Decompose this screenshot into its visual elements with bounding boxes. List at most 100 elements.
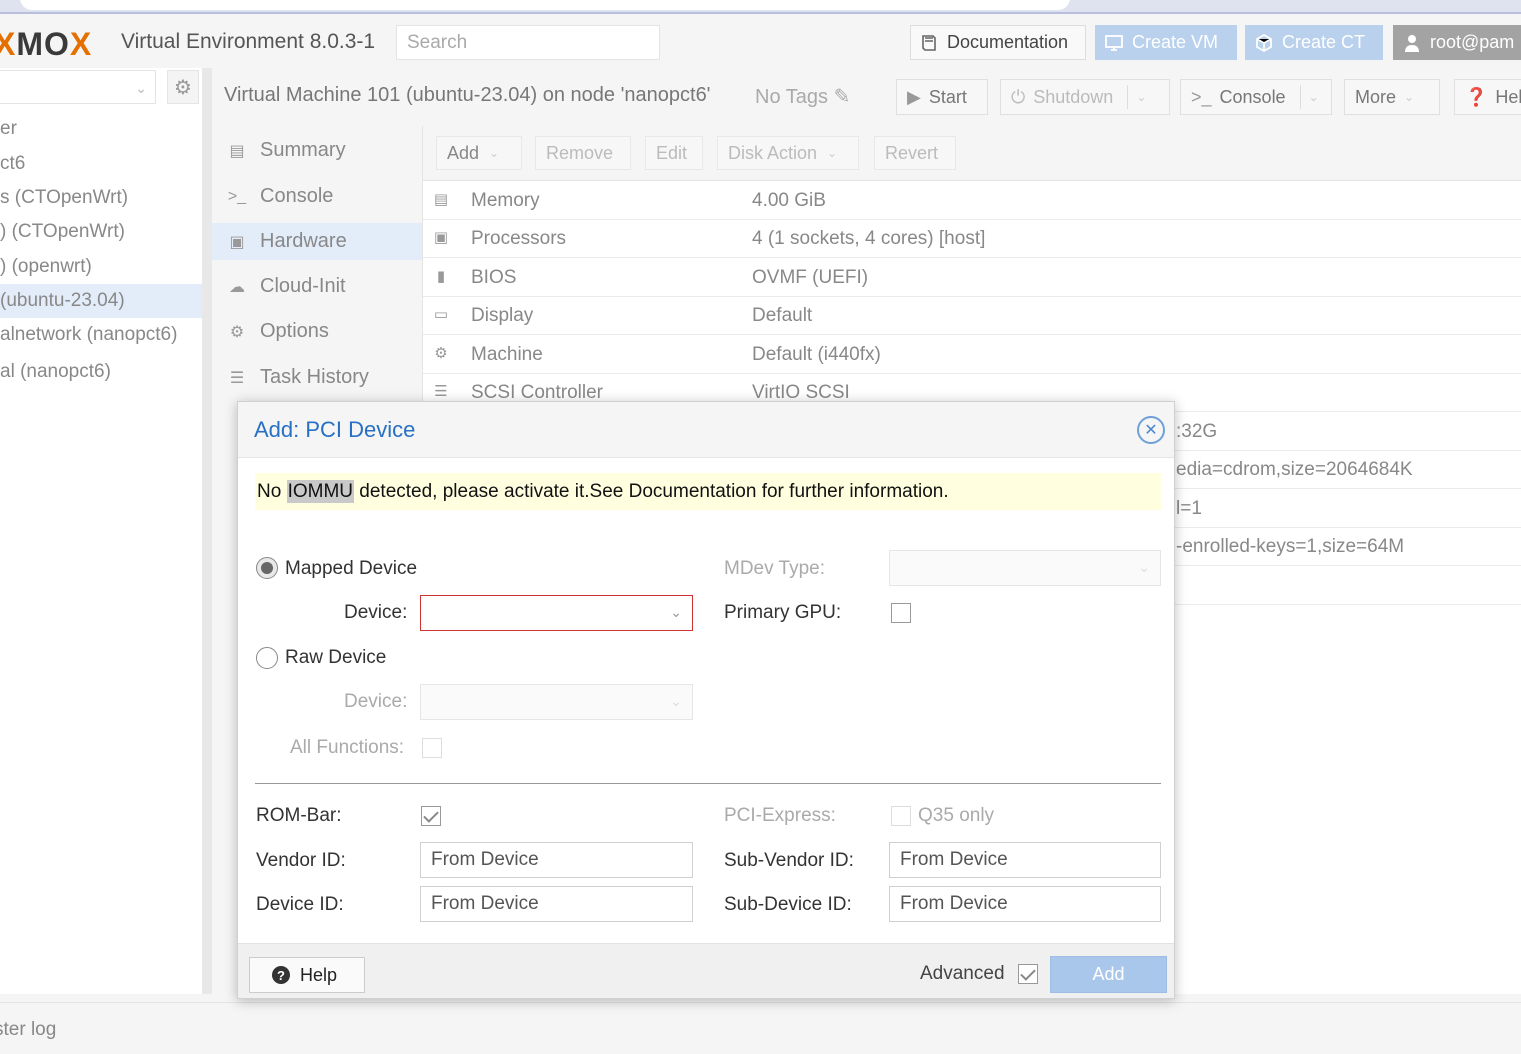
nav-item-cloud-init[interactable]: ☁ Cloud-Init (212, 268, 422, 305)
edit-button[interactable]: Edit (645, 136, 703, 170)
panel-splitter[interactable] (202, 68, 212, 994)
hardware-row[interactable]: ▭ Display Default (423, 296, 1521, 335)
primary-gpu-checkbox[interactable] (891, 603, 911, 623)
book-icon (922, 34, 936, 51)
disk-action-button[interactable]: Disk Action ⌄ (717, 136, 859, 170)
hardware-row[interactable]: ▮ BIOS OVMF (UEFI) (423, 258, 1521, 297)
nav-item-hardware[interactable]: ▣ Hardware (212, 223, 422, 260)
resource-tree-panel: ⌄ ⚙ er ct6 s (CTOpenWrt) ) (CTOpenWrt) )… (0, 68, 202, 994)
split-separator (1299, 85, 1301, 109)
advanced-divider (255, 783, 1161, 784)
raw-device-select[interactable]: ⌄ (420, 684, 693, 720)
start-label: Start (928, 86, 967, 107)
row-value: edia=cdrom,size=2064684K (1176, 459, 1413, 480)
warning-text: No (257, 481, 287, 502)
tree-item[interactable]: ) (openwrt) (0, 250, 202, 284)
tree-item[interactable]: er (0, 112, 202, 146)
tree-item[interactable]: al (nanopct6) (0, 355, 202, 389)
chevron-down-icon: ⌄ (1308, 90, 1319, 104)
hardware-row[interactable]: ⚙ Machine Default (i440fx) (423, 335, 1521, 374)
dialog-help-button[interactable]: ? Help (249, 957, 365, 993)
device-id-input[interactable]: From Device (420, 886, 693, 922)
chevron-down-icon: ⌄ (1138, 559, 1150, 575)
row-value: Default (752, 305, 813, 326)
mapped-device-select[interactable]: ⌄ (420, 595, 693, 631)
nav-item-summary[interactable]: ▤ Summary (212, 132, 422, 169)
gear-icon[interactable]: ⚙ (167, 70, 199, 104)
tree-item[interactable]: ) (CTOpenWrt) (0, 215, 202, 249)
row-value: -enrolled-keys=1,size=64M (1176, 536, 1405, 557)
dialog-footer: ? Help Advanced Add (238, 943, 1174, 998)
pci-express-checkbox[interactable] (891, 806, 911, 826)
sub-vendor-id-input[interactable]: From Device (889, 842, 1161, 878)
add-pci-device-dialog: Add: PCI Device ✕ No IOMMU detected, ple… (237, 401, 1175, 999)
address-bar[interactable] (20, 0, 1070, 10)
hardware-row[interactable]: ▤ Memory 4.00 GiB (423, 181, 1521, 220)
vendor-id-input[interactable]: From Device (420, 842, 693, 878)
vendor-id-label: Vendor ID: (256, 850, 346, 871)
hardware-row[interactable]: ▣ Processors 4 (1 sockets, 4 cores) [host] (423, 219, 1521, 258)
tree-item[interactable]: s (CTOpenWrt) (0, 181, 202, 215)
tree-item[interactable]: alnetwork (nanopct6) (0, 318, 202, 352)
tree-item[interactable]: ct6 (0, 147, 202, 181)
raw-device-radio[interactable] (256, 647, 278, 669)
start-button[interactable]: ▶ Start (896, 79, 988, 115)
bios-icon: ▮ (436, 268, 446, 285)
tree-item-label: er (0, 118, 17, 139)
add-hardware-button[interactable]: Add ⌄ (436, 136, 522, 170)
pencil-icon: ✎ (833, 86, 851, 108)
nav-item-console[interactable]: >_ Console (212, 178, 422, 215)
console-button[interactable]: >_ Console ⌄ (1180, 79, 1332, 115)
nav-label: Task History (260, 366, 369, 388)
create-vm-button[interactable]: Create VM (1095, 25, 1237, 60)
terminal-icon: >_ (1191, 86, 1212, 107)
row-key: Processors (471, 228, 567, 249)
nav-label: Options (260, 320, 329, 342)
book-icon: ▤ (229, 142, 245, 160)
row-value: l=1 (1176, 498, 1202, 519)
advanced-checkbox[interactable] (1018, 964, 1038, 984)
close-icon[interactable]: ✕ (1137, 416, 1165, 444)
rom-bar-checkbox[interactable] (421, 806, 441, 826)
cloud-icon: ☁ (229, 278, 245, 296)
database-icon: ☰ (434, 383, 448, 400)
nav-item-options[interactable]: ⚙ Options (212, 313, 422, 350)
row-key: Memory (471, 190, 540, 211)
all-functions-checkbox[interactable] (422, 738, 442, 758)
more-button[interactable]: More ⌄ (1344, 79, 1440, 115)
all-functions-label: All Functions: (290, 737, 405, 758)
tags-editor[interactable]: No Tags ✎ (755, 84, 850, 109)
create-ct-button[interactable]: Create CT (1245, 25, 1383, 60)
nav-item-task-history[interactable]: ☰ Task History (212, 359, 422, 396)
row-value: 4 (1 sockets, 4 cores) [host] (752, 228, 986, 249)
mdev-type-select[interactable]: ⌄ (889, 550, 1161, 586)
remove-button[interactable]: Remove (535, 136, 631, 170)
help-button[interactable]: ❓ Hel (1454, 79, 1521, 115)
mapped-device-label: Mapped Device (285, 558, 418, 579)
documentation-button[interactable]: Documentation (910, 25, 1086, 60)
cluster-log-bar[interactable]: ster log (0, 1002, 1521, 1054)
tree-item-label: ) (CTOpenWrt) (0, 221, 125, 242)
user-menu-button[interactable]: root@pam (1393, 25, 1521, 60)
pci-express-label: PCI-Express: (724, 805, 836, 826)
search-input[interactable]: Search (396, 25, 660, 60)
add-label: Add (1092, 964, 1125, 984)
sub-device-id-input[interactable]: From Device (889, 886, 1161, 922)
list-icon: ☰ (229, 369, 245, 387)
nav-label: Summary (260, 139, 346, 161)
power-icon: ⏻ (1011, 86, 1026, 107)
mapped-device-radio[interactable] (256, 557, 278, 579)
revert-button[interactable]: Revert (874, 136, 956, 170)
tags-label: No Tags (755, 86, 829, 108)
add-label: Add (447, 142, 480, 163)
shutdown-button[interactable]: ⏻ Shutdown ⌄ (1000, 79, 1170, 115)
sub-vendor-id-label: Sub-Vendor ID: (724, 850, 854, 871)
tree-item-selected[interactable]: (ubuntu-23.04) (0, 284, 202, 318)
documentation-label: Documentation (947, 32, 1069, 52)
add-button[interactable]: Add (1050, 956, 1167, 993)
chevron-down-icon: ⌄ (1136, 90, 1147, 104)
view-selector[interactable]: ⌄ (0, 70, 156, 104)
monitor-icon: ▣ (229, 233, 245, 251)
tree-item-label: ) (openwrt) (0, 256, 92, 277)
terminal-icon: >_ (227, 187, 247, 205)
